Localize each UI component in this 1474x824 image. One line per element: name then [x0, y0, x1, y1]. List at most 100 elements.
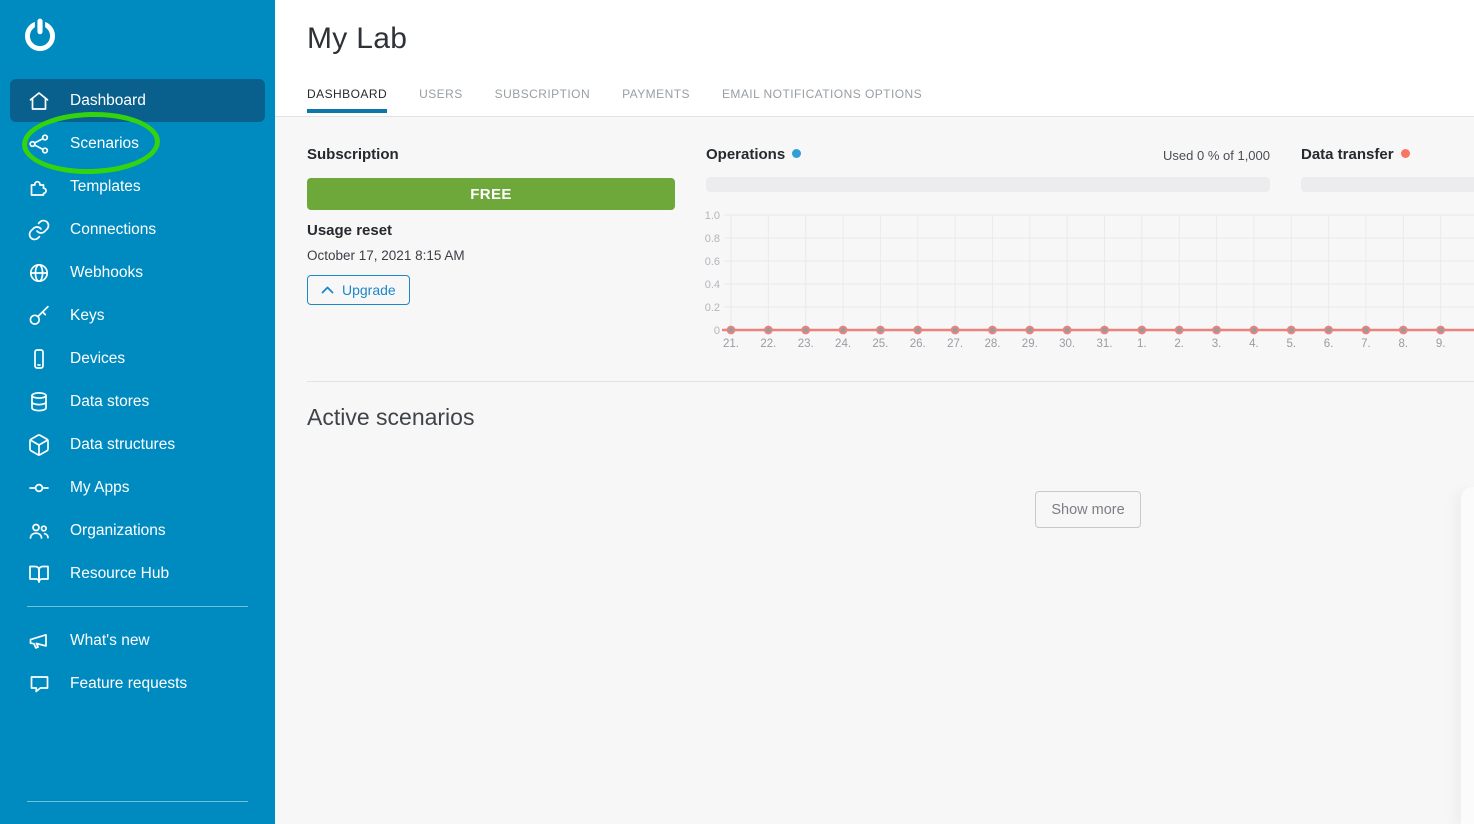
- cube-icon: [27, 433, 51, 457]
- svg-text:1.: 1.: [1137, 338, 1147, 350]
- integromat-logo-icon[interactable]: [21, 17, 59, 55]
- share-icon: [27, 132, 51, 156]
- sidebar: Dashboard Scenarios Templates Connections We…: [0, 0, 275, 824]
- svg-text:0.4: 0.4: [705, 279, 720, 291]
- sidebar-item-my-apps[interactable]: My Apps: [0, 466, 275, 509]
- data-transfer-progress-bar: [1301, 177, 1474, 192]
- tab-users[interactable]: USERS: [419, 87, 463, 113]
- data-transfer-heading: Data transfer: [1301, 146, 1410, 163]
- plan-badge: FREE: [307, 178, 675, 210]
- svg-text:2.: 2.: [1174, 338, 1184, 350]
- sidebar-item-templates[interactable]: Templates: [0, 165, 275, 208]
- tab-bar: DASHBOARD USERS SUBSCRIPTION PAYMENTS EMAIL …: [307, 87, 922, 113]
- sidebar-menu: Dashboard Scenarios Templates Connections We…: [0, 79, 275, 705]
- tab-subscription[interactable]: SUBSCRIPTION: [495, 87, 590, 113]
- svg-text:24.: 24.: [835, 338, 851, 350]
- sidebar-item-label: Webhooks: [70, 264, 143, 282]
- svg-text:7.: 7.: [1361, 338, 1371, 350]
- svg-text:26.: 26.: [910, 338, 926, 350]
- svg-text:27.: 27.: [947, 338, 963, 350]
- show-more-button[interactable]: Show more: [1035, 491, 1141, 528]
- sidebar-item-label: Devices: [70, 350, 125, 368]
- subscription-heading: Subscription: [307, 146, 399, 163]
- sidebar-item-label: What's new: [70, 632, 150, 650]
- chat-bubble-icon: [27, 672, 51, 696]
- sidebar-item-scenarios[interactable]: Scenarios: [0, 122, 275, 165]
- svg-text:29.: 29.: [1022, 338, 1038, 350]
- sidebar-item-keys[interactable]: Keys: [0, 294, 275, 337]
- sidebar-item-connections[interactable]: Connections: [0, 208, 275, 251]
- main-content: My Lab DASHBOARD USERS SUBSCRIPTION PAYMENT…: [275, 0, 1474, 824]
- sidebar-item-label: Connections: [70, 221, 156, 239]
- svg-text:28.: 28.: [984, 338, 1000, 350]
- svg-text:31.: 31.: [1097, 338, 1113, 350]
- svg-text:30.: 30.: [1059, 338, 1075, 350]
- svg-text:0.8: 0.8: [705, 233, 720, 245]
- sidebar-item-label: Data stores: [70, 393, 149, 411]
- svg-text:3.: 3.: [1212, 338, 1222, 350]
- tab-email-notifications-options[interactable]: EMAIL NOTIFICATIONS OPTIONS: [722, 87, 922, 113]
- sidebar-item-label: Templates: [70, 178, 141, 196]
- sidebar-item-label: Dashboard: [70, 92, 146, 110]
- sidebar-item-whats-new[interactable]: What's new: [0, 619, 275, 662]
- database-icon: [27, 390, 51, 414]
- svg-text:0.2: 0.2: [705, 302, 720, 314]
- svg-text:0.6: 0.6: [705, 256, 720, 268]
- sidebar-item-data-structures[interactable]: Data structures: [0, 423, 275, 466]
- svg-text:21.: 21.: [723, 338, 739, 350]
- side-panel-edge: [1461, 487, 1474, 824]
- svg-text:6.: 6.: [1324, 338, 1334, 350]
- sidebar-item-label: Scenarios: [70, 135, 139, 153]
- puzzle-icon: [27, 175, 51, 199]
- svg-text:25.: 25.: [872, 338, 888, 350]
- sidebar-item-organizations[interactable]: Organizations: [0, 509, 275, 552]
- svg-text:9.: 9.: [1436, 338, 1446, 350]
- usage-reset-heading: Usage reset: [307, 222, 392, 239]
- node-icon: [27, 476, 51, 500]
- tab-dashboard[interactable]: DASHBOARD: [307, 87, 387, 113]
- operations-dot-icon: [792, 149, 801, 158]
- svg-text:5.: 5.: [1286, 338, 1296, 350]
- data-transfer-dot-icon: [1401, 149, 1410, 158]
- svg-text:22.: 22.: [760, 338, 776, 350]
- sidebar-item-label: Data structures: [70, 436, 175, 454]
- svg-text:23.: 23.: [798, 338, 814, 350]
- people-icon: [27, 519, 51, 543]
- page-header: My Lab DASHBOARD USERS SUBSCRIPTION PAYMENT…: [275, 0, 1474, 117]
- upgrade-button[interactable]: Upgrade: [307, 275, 410, 305]
- sidebar-item-label: Keys: [70, 307, 104, 325]
- sidebar-bottom-divider: [27, 801, 248, 802]
- svg-text:1.0: 1.0: [705, 210, 720, 222]
- operations-progress-bar: [706, 177, 1270, 192]
- sidebar-item-dashboard[interactable]: Dashboard: [10, 79, 265, 122]
- usage-reset-date: October 17, 2021 8:15 AM: [307, 248, 465, 263]
- sidebar-divider: [27, 606, 248, 607]
- active-scenarios-heading: Active scenarios: [307, 404, 474, 431]
- svg-text:4.: 4.: [1249, 338, 1259, 350]
- section-divider: [307, 381, 1474, 382]
- page-title: My Lab: [307, 22, 407, 56]
- sidebar-item-label: Resource Hub: [70, 565, 169, 583]
- sidebar-item-data-stores[interactable]: Data stores: [0, 380, 275, 423]
- smartphone-icon: [27, 347, 51, 371]
- link-icon: [27, 218, 51, 242]
- sidebar-item-label: Feature requests: [70, 675, 187, 693]
- sidebar-item-feature-requests[interactable]: Feature requests: [0, 662, 275, 705]
- megaphone-icon: [27, 629, 51, 653]
- upgrade-label: Upgrade: [342, 282, 396, 298]
- svg-text:8.: 8.: [1399, 338, 1409, 350]
- sidebar-item-webhooks[interactable]: Webhooks: [0, 251, 275, 294]
- sidebar-item-devices[interactable]: Devices: [0, 337, 275, 380]
- sidebar-item-label: Organizations: [70, 522, 166, 540]
- operations-heading: Operations: [706, 146, 801, 163]
- chevron-up-icon: [321, 286, 334, 294]
- book-icon: [27, 562, 51, 586]
- operations-usage-chart: 0 0.2 0.4 0.6 0.8 1.0 21. 22. 23. 24. 25. 26. 27. 28.…: [700, 200, 1474, 358]
- svg-text:0: 0: [714, 325, 720, 337]
- sidebar-item-label: My Apps: [70, 479, 129, 497]
- operations-used-label: Used 0 % of 1,000: [1163, 148, 1270, 163]
- key-icon: [27, 304, 51, 328]
- sidebar-item-resource-hub[interactable]: Resource Hub: [0, 552, 275, 595]
- tab-payments[interactable]: PAYMENTS: [622, 87, 690, 113]
- home-icon: [27, 89, 51, 113]
